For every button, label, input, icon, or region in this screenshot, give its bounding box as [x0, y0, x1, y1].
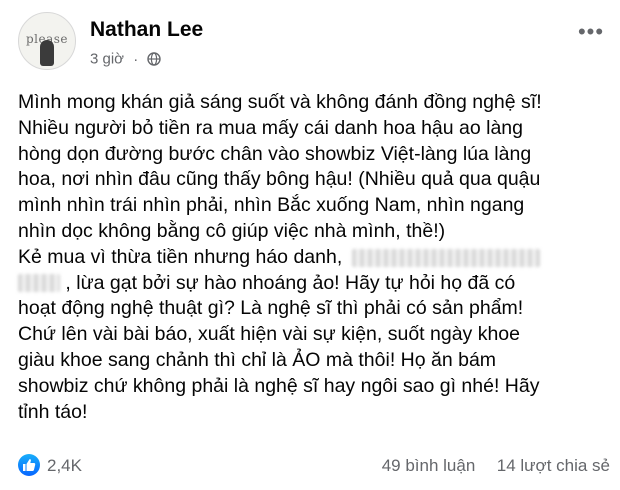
author-name[interactable]: Nathan Lee: [90, 18, 203, 42]
post-line: showbiz chứ không phải là nghệ sĩ hay ng…: [18, 374, 540, 397]
comments-count[interactable]: 49 bình luận: [382, 456, 476, 475]
post-line-with-redaction: Kẻ mua vì thừa tiền nhưng háo danh,: [18, 245, 610, 271]
post-line-text: Kẻ mua vì thừa tiền nhưng háo danh,: [18, 245, 343, 268]
shares-count[interactable]: 14 lượt chia sẻ: [497, 456, 610, 475]
post-line: hoa, nơi nhìn đâu cũng thấy bông hậu! (N…: [18, 168, 541, 191]
post-line: Nhiều người bỏ tiền ra mua mấy cái danh …: [18, 116, 524, 139]
post-stats: 49 bình luận 14 lượt chia sẻ: [382, 456, 610, 476]
post-line: nhìn dọc không bằng cô giúp việc nhà mìn…: [18, 219, 446, 242]
avatar-figure: [40, 40, 54, 66]
facebook-post: please Nathan Lee 3 giờ · ••• Mình mong …: [0, 0, 620, 490]
post-line: hoạt động nghệ thuật gì? Là nghệ sĩ thì …: [18, 297, 524, 320]
post-line: mình nhìn trái nhìn phải, nhìn Bắc xuống…: [18, 194, 525, 217]
meta-separator: ·: [133, 50, 139, 68]
post-line: Chứ lên vài bài báo, xuất hiện vài sự ki…: [18, 323, 520, 346]
post-line: Mình mong khán giả sáng suốt và không đá…: [18, 91, 542, 113]
post-line: tỉnh táo!: [18, 400, 88, 423]
post-line: hòng dọn đường bước chân vào showbiz Việ…: [18, 142, 532, 165]
avatar[interactable]: please: [18, 12, 76, 70]
post-line: giàu khoe sang chảnh thì chỉ là ẢO mà th…: [18, 348, 497, 371]
post-meta: 3 giờ ·: [90, 50, 162, 68]
post-time[interactable]: 3 giờ: [90, 51, 124, 68]
post-footer: 2,4K 49 bình luận 14 lượt chia sẻ: [18, 451, 610, 479]
redaction-blur: [18, 274, 60, 293]
reactions-count[interactable]: 2,4K: [47, 456, 82, 476]
like-icon[interactable]: [18, 454, 40, 476]
post-header: please Nathan Lee 3 giờ · •••: [18, 12, 608, 72]
post-body: Mình mong khán giả sáng suốt và không đá…: [18, 90, 610, 425]
post-line-text: , lừa gạt bởi sự hào nhoáng ảo! Hãy tự h…: [65, 271, 516, 294]
redaction-blur: [351, 248, 540, 267]
globe-icon[interactable]: [147, 52, 162, 66]
post-line-with-redaction: , lừa gạt bởi sự hào nhoáng ảo! Hãy tự h…: [18, 271, 610, 297]
more-dots-icon[interactable]: •••: [576, 21, 606, 43]
